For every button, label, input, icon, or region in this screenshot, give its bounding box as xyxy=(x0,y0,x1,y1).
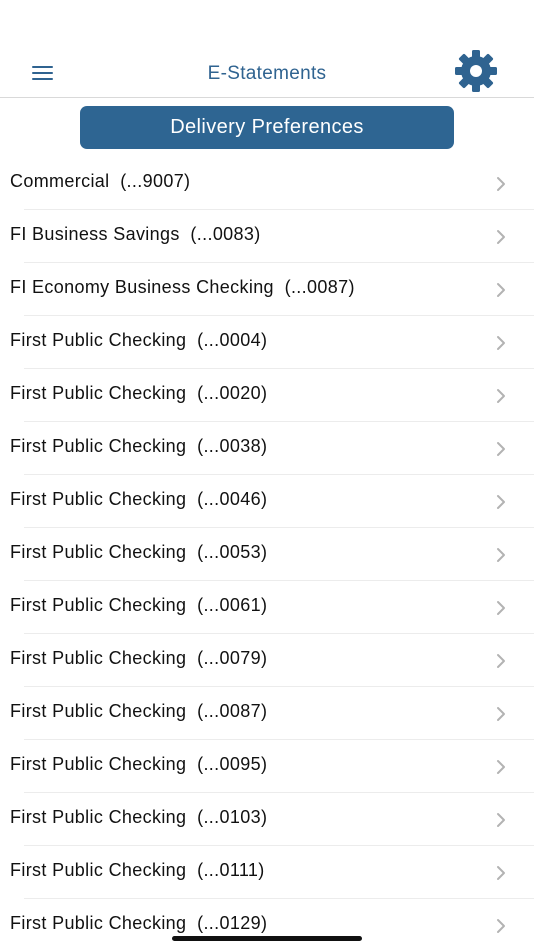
account-row[interactable]: First Public Checking (...0020) xyxy=(0,369,534,422)
account-label: First Public Checking (...0020) xyxy=(10,383,268,403)
chevron-right-icon xyxy=(497,230,505,244)
account-label: First Public Checking (...0004) xyxy=(10,330,268,350)
account-label: First Public Checking (...0038) xyxy=(10,436,268,456)
account-row[interactable]: First Public Checking (...0095) xyxy=(0,740,534,793)
account-label: First Public Checking (...0046) xyxy=(10,489,268,509)
home-indicator xyxy=(172,936,362,941)
account-label: First Public Checking (...0053) xyxy=(10,542,268,562)
nav-header: E-Statements xyxy=(0,0,534,98)
delivery-preferences-button[interactable]: Delivery Preferences xyxy=(80,106,454,149)
account-label: First Public Checking (...0087) xyxy=(10,701,268,721)
account-label: First Public Checking (...0061) xyxy=(10,595,268,615)
chevron-right-icon xyxy=(497,866,505,880)
chevron-right-icon xyxy=(497,283,505,297)
chevron-right-icon xyxy=(497,707,505,721)
account-label: Commercial (...9007) xyxy=(10,171,191,191)
account-label: FI Economy Business Checking (...0087) xyxy=(10,277,355,297)
account-label: First Public Checking (...0129) xyxy=(10,913,268,933)
chevron-right-icon xyxy=(497,442,505,456)
settings-button[interactable] xyxy=(454,50,498,92)
chevron-right-icon xyxy=(497,919,505,933)
gear-icon xyxy=(455,50,497,92)
chevron-right-icon xyxy=(497,601,505,615)
account-row[interactable]: First Public Checking (...0129) xyxy=(0,899,534,950)
account-row[interactable]: FI Economy Business Checking (...0087) xyxy=(0,263,534,316)
account-label: FI Business Savings (...0083) xyxy=(10,224,261,244)
estatements-screen: E-Statements Delivery Preferences Commer… xyxy=(0,0,534,950)
chevron-right-icon xyxy=(497,177,505,191)
chevron-right-icon xyxy=(497,654,505,668)
chevron-right-icon xyxy=(497,389,505,403)
chevron-right-icon xyxy=(497,760,505,774)
account-row[interactable]: First Public Checking (...0004) xyxy=(0,316,534,369)
chevron-right-icon xyxy=(497,813,505,827)
chevron-right-icon xyxy=(497,548,505,562)
account-row[interactable]: First Public Checking (...0046) xyxy=(0,475,534,528)
account-row[interactable]: First Public Checking (...0038) xyxy=(0,422,534,475)
account-row[interactable]: FI Business Savings (...0083) xyxy=(0,210,534,263)
account-list: Commercial (...9007) FI Business Savings… xyxy=(0,157,534,950)
account-row[interactable]: First Public Checking (...0111) xyxy=(0,846,534,899)
account-row[interactable]: First Public Checking (...0053) xyxy=(0,528,534,581)
account-row[interactable]: First Public Checking (...0087) xyxy=(0,687,534,740)
account-label: First Public Checking (...0111) xyxy=(10,860,265,880)
chevron-right-icon xyxy=(497,336,505,350)
account-row[interactable]: First Public Checking (...0061) xyxy=(0,581,534,634)
account-row[interactable]: First Public Checking (...0079) xyxy=(0,634,534,687)
account-label: First Public Checking (...0095) xyxy=(10,754,268,774)
account-row[interactable]: First Public Checking (...0103) xyxy=(0,793,534,846)
account-label: First Public Checking (...0079) xyxy=(10,648,268,668)
chevron-right-icon xyxy=(497,495,505,509)
account-label: First Public Checking (...0103) xyxy=(10,807,268,827)
account-row[interactable]: Commercial (...9007) xyxy=(0,157,534,210)
